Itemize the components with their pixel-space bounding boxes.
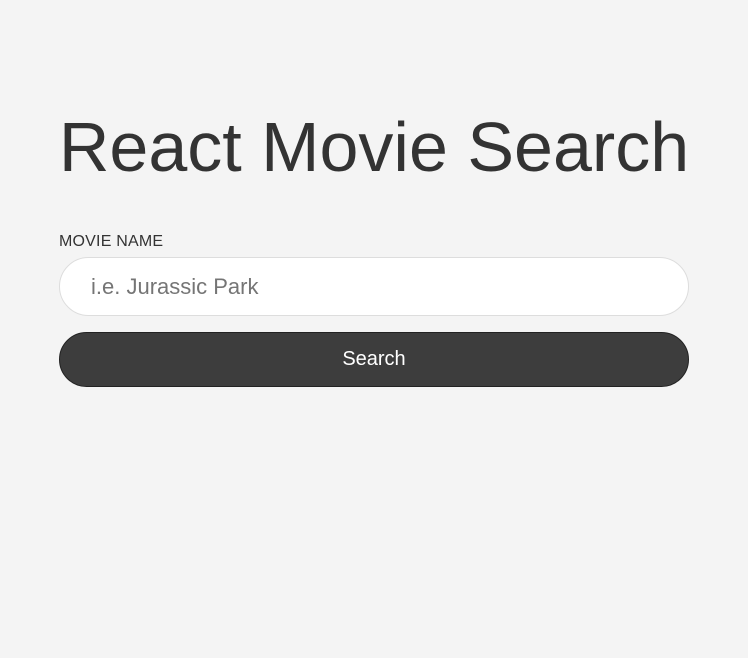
page-title: React Movie Search	[58, 108, 690, 186]
search-button[interactable]: Search	[59, 332, 689, 387]
movie-name-label: MOVIE NAME	[59, 233, 164, 250]
movie-name-input[interactable]	[59, 257, 689, 316]
search-form: MOVIE NAME Search	[59, 232, 689, 387]
